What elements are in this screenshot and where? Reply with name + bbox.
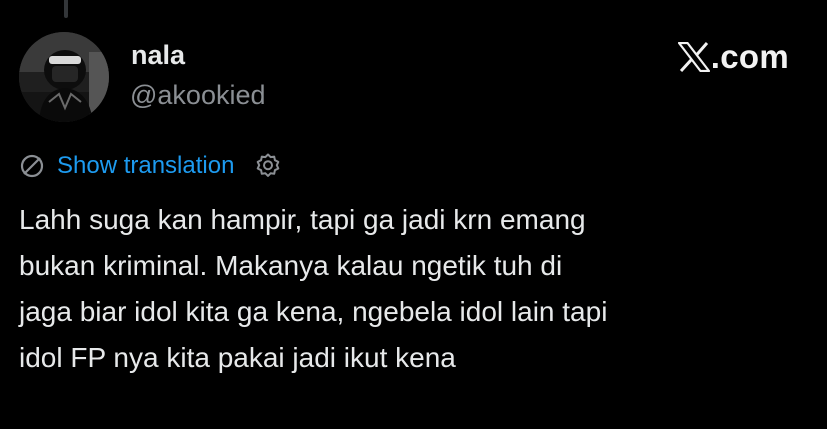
gear-icon[interactable]	[254, 152, 282, 180]
translate-icon	[20, 154, 44, 178]
x-logo-icon	[677, 42, 710, 72]
avatar[interactable]	[19, 32, 109, 122]
show-translation-link[interactable]: Show translation	[57, 152, 234, 180]
x-brand-logo: .com	[677, 38, 789, 76]
tweet-text-line: bukan kriminal. Makanya kalau ngetik tuh…	[19, 250, 563, 281]
author-display-name[interactable]: nala	[131, 40, 185, 71]
thread-connector-line	[64, 0, 68, 18]
avatar-photo	[19, 32, 109, 122]
brand-domain-label: .com	[710, 38, 789, 75]
tweet-text-line: Lahh suga kan hampir, tapi ga jadi krn e…	[19, 204, 586, 235]
author-handle[interactable]: @akookied	[130, 80, 266, 111]
tweet-text: Lahh suga kan hampir, tapi ga jadi krn e…	[19, 197, 809, 381]
show-translation-row: Show translation	[19, 150, 282, 182]
tweet-text-line: idol FP nya kita pakai jadi ikut kena	[19, 342, 456, 373]
tweet-text-line: jaga biar idol kita ga kena, ngebela ido…	[19, 296, 608, 327]
